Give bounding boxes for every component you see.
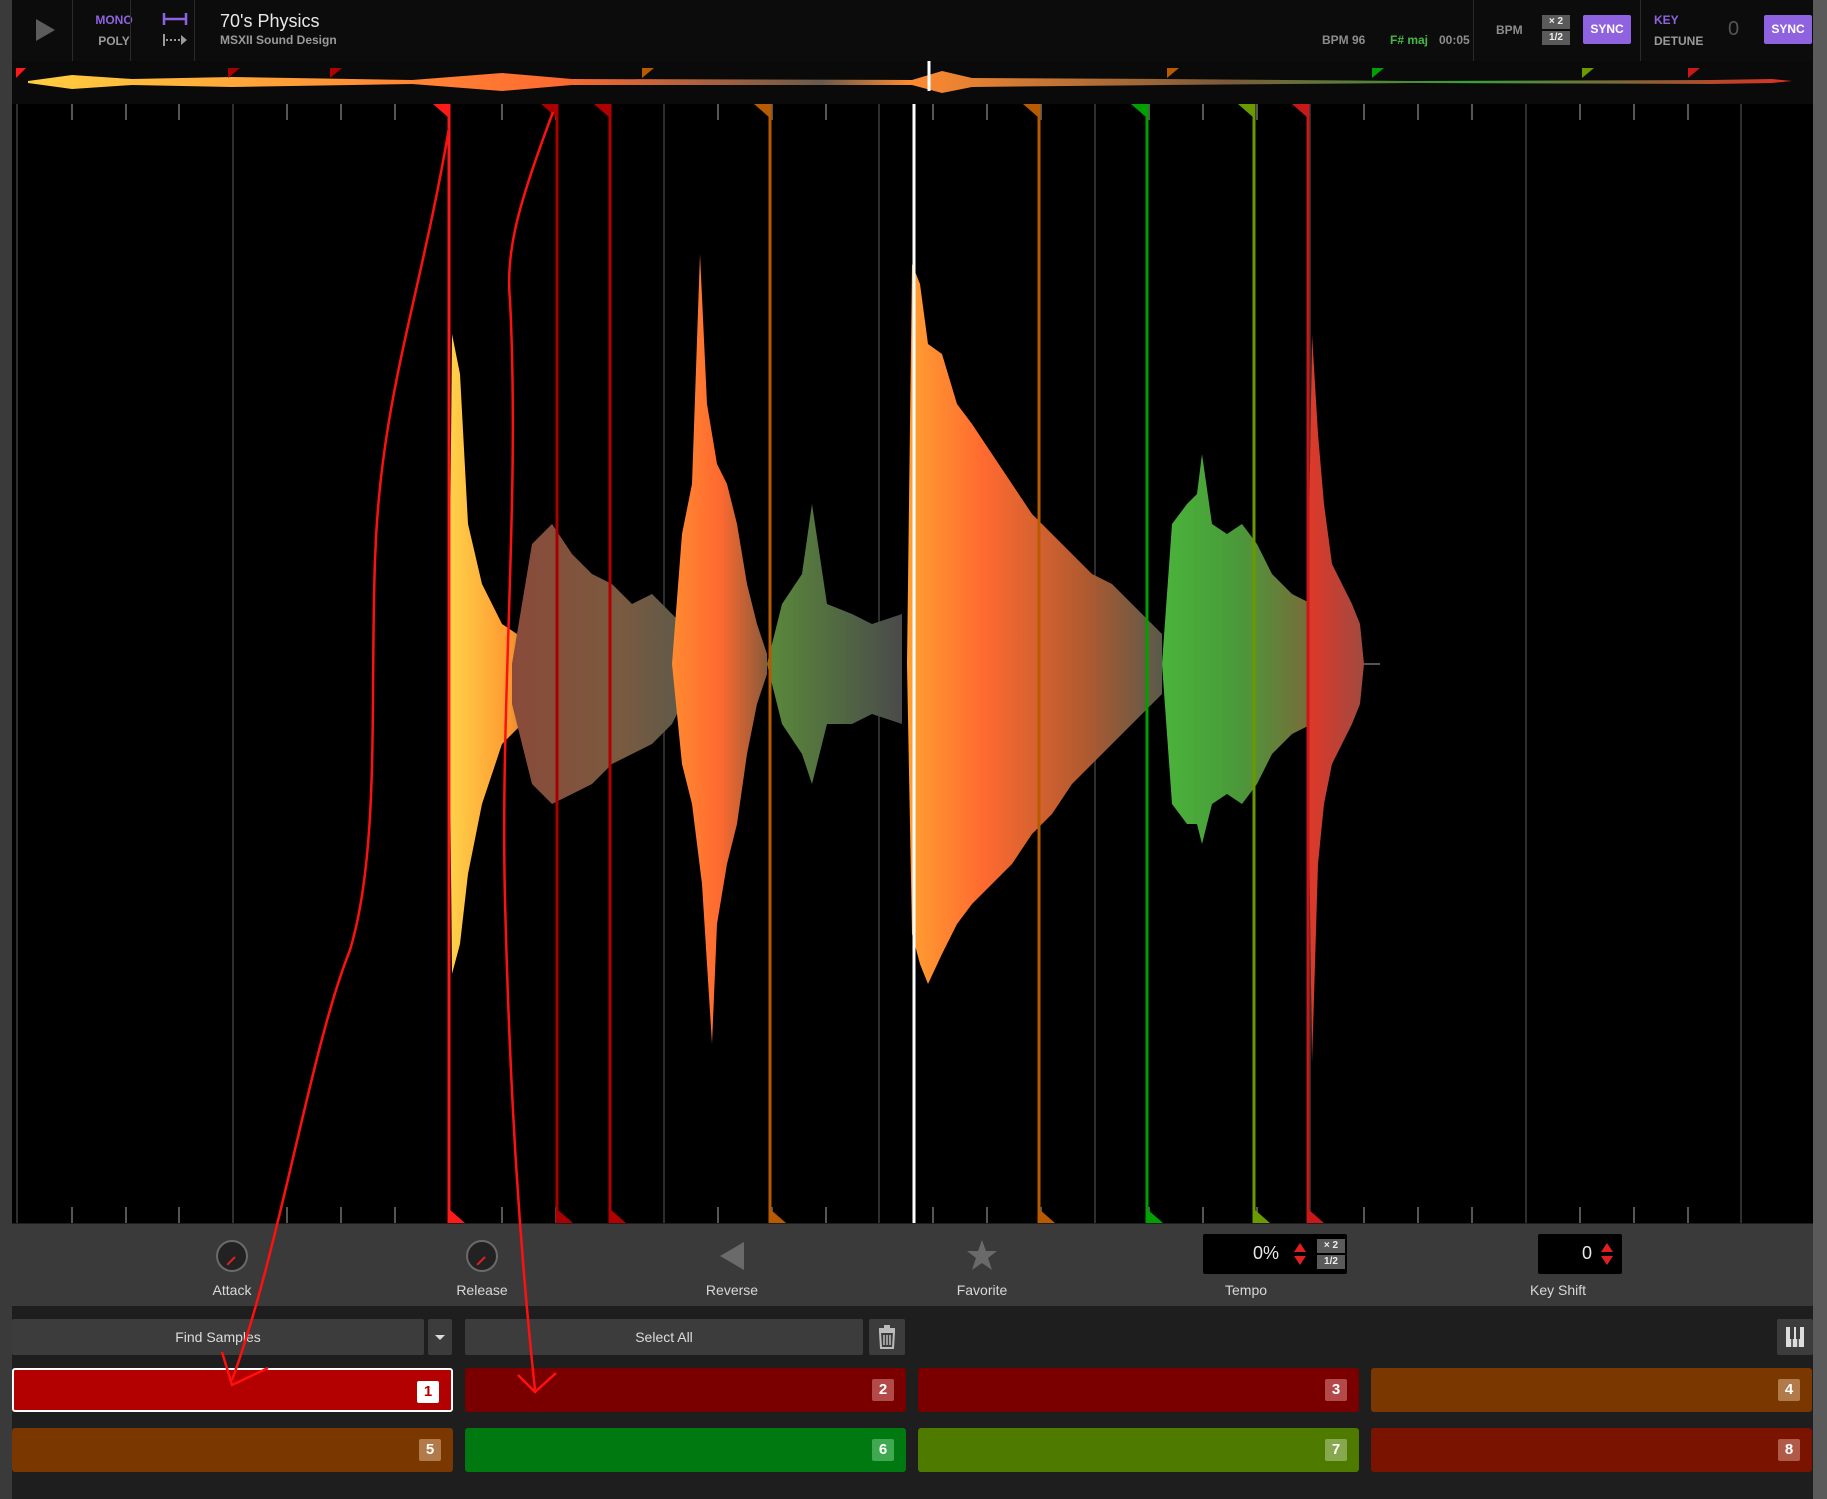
top-bar: MONO POLY 70's Physics MSXII Sound Desig…	[12, 0, 1813, 62]
release-label: Release	[456, 1282, 508, 1298]
chevron-down-icon	[435, 1335, 445, 1340]
mode-mono-toggle[interactable]: MONO	[84, 13, 144, 27]
main-waveform[interactable]	[12, 104, 1813, 1223]
attack-knob[interactable]	[216, 1240, 248, 1272]
tempo-value[interactable]: 0%	[1253, 1243, 1279, 1264]
pad-7[interactable]: 7	[918, 1428, 1359, 1472]
pad-number: 4	[1778, 1379, 1800, 1401]
key-shift-value[interactable]: 0	[1582, 1243, 1592, 1264]
duration-readout: 00:05	[1439, 33, 1470, 47]
tempo-double-button[interactable]: × 2	[1317, 1239, 1345, 1253]
favorite-control: Favorite	[922, 1224, 1042, 1306]
key-readout: F# maj	[1390, 33, 1429, 47]
overview-cue-markers	[16, 68, 1700, 78]
pad-1[interactable]: 1	[12, 1368, 453, 1412]
pad-3[interactable]: 3	[918, 1368, 1359, 1412]
keyboard-view-button[interactable]	[1777, 1319, 1813, 1355]
detune-label: DETUNE	[1654, 34, 1704, 48]
pad-number: 3	[1325, 1379, 1347, 1401]
pad-number: 2	[872, 1379, 894, 1401]
reverse-label: Reverse	[705, 1282, 759, 1298]
key-label: KEY	[1654, 13, 1679, 27]
overview-waveform-graphic	[16, 61, 1792, 93]
pad-number: 7	[1325, 1439, 1347, 1461]
pad-6[interactable]: 6	[465, 1428, 906, 1472]
overview-waveform[interactable]	[12, 61, 1813, 105]
find-samples-button[interactable]: Find Samples	[12, 1319, 424, 1355]
favorite-label: Favorite	[956, 1282, 1008, 1298]
track-title: 70's Physics	[220, 11, 320, 31]
pad-number: 1	[417, 1381, 439, 1403]
attack-control: Attack	[172, 1224, 292, 1306]
key-shift-stepper-icon[interactable]	[1600, 1242, 1614, 1266]
tempo-label: Tempo	[1225, 1282, 1268, 1298]
bpm-label: BPM	[1496, 23, 1523, 37]
pad-number: 5	[419, 1439, 441, 1461]
key-shift-box: 0	[1538, 1234, 1622, 1274]
star-icon[interactable]	[966, 1238, 998, 1274]
divider	[1473, 0, 1474, 61]
divider	[194, 0, 195, 61]
reverse-control: Reverse	[672, 1224, 792, 1306]
waveform-graphic	[16, 104, 1742, 1223]
delete-button[interactable]	[869, 1319, 905, 1355]
release-knob[interactable]	[466, 1240, 498, 1272]
play-button[interactable]	[28, 14, 60, 46]
bpm-half-button[interactable]: 1/2	[1542, 31, 1570, 45]
track-artist: MSXII Sound Design	[220, 33, 337, 47]
pad-number: 8	[1778, 1439, 1800, 1461]
scrollbar[interactable]	[1813, 0, 1827, 1499]
divider	[72, 0, 73, 61]
play-icon	[36, 19, 55, 41]
find-samples-dropdown[interactable]	[428, 1319, 452, 1355]
detune-value[interactable]: 0	[1728, 18, 1739, 41]
select-all-button[interactable]: Select All	[465, 1319, 863, 1355]
bpm-readout: BPM 96	[1322, 33, 1366, 47]
window-left-edge	[0, 0, 12, 1499]
tempo-half-button[interactable]: 1/2	[1317, 1255, 1345, 1269]
attack-label: Attack	[212, 1282, 252, 1298]
reverse-icon[interactable]	[716, 1238, 748, 1274]
trash-icon	[878, 1325, 896, 1349]
divider	[1640, 0, 1641, 61]
continue-playback-icon[interactable]	[162, 33, 188, 47]
tempo-stepper-icon[interactable]	[1293, 1242, 1307, 1266]
mode-poly-toggle[interactable]: POLY	[84, 34, 144, 48]
pad-8[interactable]: 8	[1371, 1428, 1812, 1472]
pad-5[interactable]: 5	[12, 1428, 453, 1472]
pad-4[interactable]: 4	[1371, 1368, 1812, 1412]
pad-number: 6	[872, 1439, 894, 1461]
piano-icon	[1786, 1327, 1804, 1347]
one-shot-icon[interactable]	[162, 12, 188, 26]
release-control: Release	[422, 1224, 542, 1306]
bpm-sync-button[interactable]: SYNC	[1583, 15, 1631, 44]
key-shift-label: Key Shift	[1530, 1282, 1587, 1298]
key-sync-button[interactable]: SYNC	[1764, 15, 1812, 44]
pad-2[interactable]: 2	[465, 1368, 906, 1412]
bpm-double-button[interactable]: × 2	[1542, 15, 1570, 29]
sample-controls: Attack Release Reverse Favorite 0% × 2 1…	[12, 1224, 1813, 1306]
tempo-box: 0% × 2 1/2	[1203, 1234, 1347, 1274]
divider	[130, 0, 131, 61]
